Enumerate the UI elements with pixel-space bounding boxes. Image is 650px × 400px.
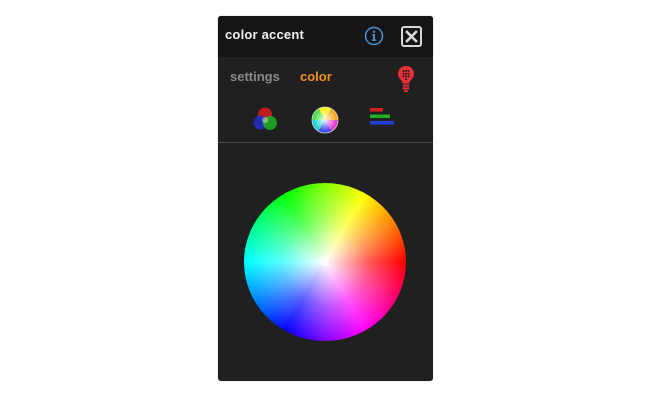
divider — [218, 142, 433, 143]
color-wheel-icon[interactable] — [311, 106, 339, 134]
tab-settings[interactable]: settings — [230, 69, 280, 84]
info-icon[interactable] — [364, 26, 384, 46]
color-accent-panel: color accent settings color — [218, 16, 433, 381]
rgb-sliders-icon[interactable] — [368, 106, 396, 134]
panel-title: color accent — [225, 27, 304, 42]
color-picker-handle[interactable] — [319, 256, 329, 266]
title-bar: color accent — [218, 16, 433, 57]
light-bulb-icon[interactable] — [397, 65, 415, 93]
rgb-circles-icon[interactable] — [252, 106, 280, 134]
tab-color[interactable]: color — [300, 69, 332, 84]
close-icon[interactable] — [401, 26, 422, 47]
